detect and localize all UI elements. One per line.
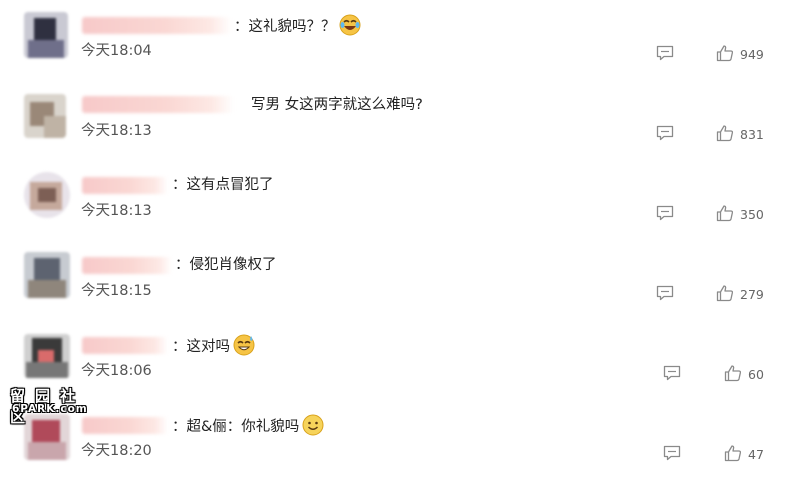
- avatar[interactable]: [24, 334, 70, 378]
- reply-icon[interactable]: [656, 285, 674, 301]
- like-count: 350: [740, 206, 764, 222]
- reply-icon[interactable]: [656, 205, 674, 221]
- comment-time: 今天18:13: [81, 203, 152, 219]
- comment-text: ：侵犯肖像权了: [175, 254, 277, 276]
- like-count: 279: [740, 286, 764, 302]
- avatar[interactable]: [24, 94, 66, 138]
- like-button[interactable]: 47: [724, 444, 764, 465]
- reply-icon[interactable]: [663, 445, 681, 461]
- avatar[interactable]: [24, 172, 70, 218]
- comment-item: ：超&俪：你礼貌吗 今天18:20 47: [0, 400, 800, 480]
- avatar[interactable]: [24, 12, 68, 58]
- avatar[interactable]: [24, 252, 70, 298]
- sweat-smile-emoji-icon: [233, 334, 255, 363]
- comment-text: 写男 女这两字就这么难吗?: [251, 94, 423, 116]
- like-count: 949: [740, 46, 764, 62]
- reply-icon[interactable]: [656, 45, 674, 61]
- comment-text-content: 写男 女这两字就这么难吗?: [251, 97, 423, 113]
- comment-text-content: ：侵犯肖像权了: [175, 257, 277, 273]
- reply-icon[interactable]: [663, 365, 681, 381]
- comment-item: ：这对吗 今天18:06 60: [0, 320, 800, 400]
- comment-time: 今天18:06: [81, 363, 152, 379]
- comment-item: ：侵犯肖像权了 今天18:15 279: [0, 240, 800, 320]
- comment-text-content: ：超&俪：你礼貌吗: [172, 419, 300, 435]
- comment-text-content: ：这礼貌吗？？: [234, 19, 336, 35]
- thumbs-up-icon: [716, 284, 734, 305]
- like-count: 831: [740, 126, 764, 142]
- comment-text: ：这对吗: [172, 334, 255, 363]
- comment-time: 今天18:15: [81, 283, 152, 299]
- comment-time: 今天18:13: [81, 123, 152, 139]
- blurred-username[interactable]: [82, 96, 234, 113]
- reply-icon[interactable]: [656, 125, 674, 141]
- like-button[interactable]: 60: [724, 364, 764, 385]
- blurred-username[interactable]: [82, 17, 232, 34]
- like-count: 47: [748, 446, 764, 462]
- like-button[interactable]: 350: [716, 204, 764, 225]
- blurred-username[interactable]: [82, 177, 168, 194]
- comment-time: 今天18:04: [81, 43, 152, 59]
- watermark-en-text: 6PARK.com: [12, 403, 88, 415]
- watermark-logo: 留园社区 6PARK.com: [2, 385, 106, 426]
- blurred-username[interactable]: [82, 337, 168, 354]
- like-count: 60: [748, 366, 764, 382]
- thumbs-up-icon: [716, 44, 734, 65]
- like-button[interactable]: 949: [716, 44, 764, 65]
- blurred-username[interactable]: [82, 257, 172, 274]
- comment-time: 今天18:20: [81, 443, 152, 459]
- laugh-cry-emoji-icon: [339, 14, 361, 43]
- comment-text: ：这有点冒犯了: [172, 174, 274, 196]
- thumbs-up-icon: [724, 364, 742, 385]
- smile-emoji-icon: [302, 414, 324, 443]
- comment-item: 写男 女这两字就这么难吗? 今天18:13 831: [0, 80, 800, 160]
- like-button[interactable]: 279: [716, 284, 764, 305]
- comment-item: ：这礼貌吗？？ 今天18:04 949: [0, 0, 800, 80]
- thumbs-up-icon: [716, 124, 734, 145]
- comment-text-content: ：这有点冒犯了: [172, 177, 274, 193]
- comment-text: ：超&俪：你礼貌吗: [172, 414, 324, 443]
- comment-text-content: ：这对吗: [172, 339, 230, 355]
- thumbs-up-icon: [716, 204, 734, 225]
- thumbs-up-icon: [724, 444, 742, 465]
- comment-item: ：这有点冒犯了 今天18:13 350: [0, 160, 800, 240]
- like-button[interactable]: 831: [716, 124, 764, 145]
- comment-text: ：这礼貌吗？？: [234, 14, 361, 43]
